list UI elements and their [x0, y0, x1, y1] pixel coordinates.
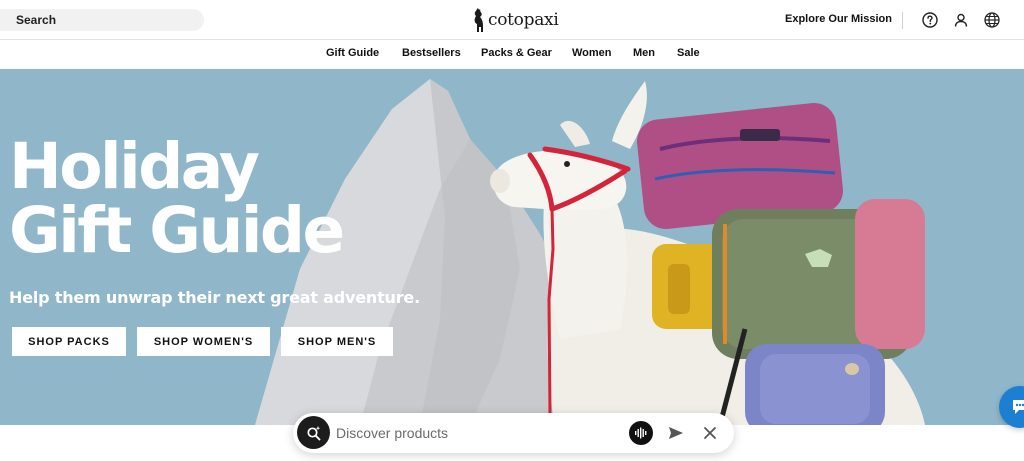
- nav-gift-guide[interactable]: Gift Guide: [326, 47, 379, 59]
- send-icon[interactable]: [667, 424, 685, 442]
- top-bar: Search cotopaxi Explore Our Mission: [0, 0, 1024, 40]
- search-label: Search: [16, 13, 57, 27]
- nav-men[interactable]: Men: [633, 47, 655, 59]
- hero-subtitle: Help them unwrap their next great advent…: [9, 288, 420, 307]
- account-icon[interactable]: [952, 11, 970, 29]
- explore-mission-link[interactable]: Explore Our Mission: [785, 13, 892, 25]
- hero-title: Holiday Gift Guide: [9, 135, 429, 263]
- voice-wave-icon[interactable]: [629, 421, 653, 445]
- search-sparkle-icon[interactable]: [297, 416, 330, 449]
- cotopaxi-logo[interactable]: cotopaxi: [473, 6, 559, 34]
- nav-packs-gear[interactable]: Packs & Gear: [481, 47, 552, 59]
- logo-text: cotopaxi: [488, 10, 559, 30]
- shop-packs-button[interactable]: SHOP PACKS: [12, 327, 126, 356]
- main-nav: Gift Guide Bestsellers Packs & Gear Wome…: [0, 41, 1024, 69]
- nav-sale[interactable]: Sale: [677, 47, 700, 59]
- nav-bestsellers[interactable]: Bestsellers: [402, 47, 461, 59]
- nav-women[interactable]: Women: [572, 47, 612, 59]
- shop-mens-button[interactable]: SHOP MEN'S: [281, 327, 393, 356]
- close-icon[interactable]: [701, 424, 719, 442]
- discover-bar: [293, 413, 734, 453]
- search-input[interactable]: Search: [0, 9, 204, 31]
- llama-logo-icon: [474, 8, 483, 32]
- hero-banner: Holiday Gift Guide Help them unwrap thei…: [0, 69, 1024, 425]
- discover-input[interactable]: [336, 422, 616, 444]
- hero-title-line2: Gift Guide: [9, 194, 345, 267]
- header-divider: [902, 12, 903, 29]
- hero-title-line1: Holiday: [9, 130, 260, 203]
- help-icon[interactable]: [921, 11, 939, 29]
- globe-icon[interactable]: [983, 11, 1001, 29]
- shop-womens-button[interactable]: SHOP WOMEN'S: [137, 327, 270, 356]
